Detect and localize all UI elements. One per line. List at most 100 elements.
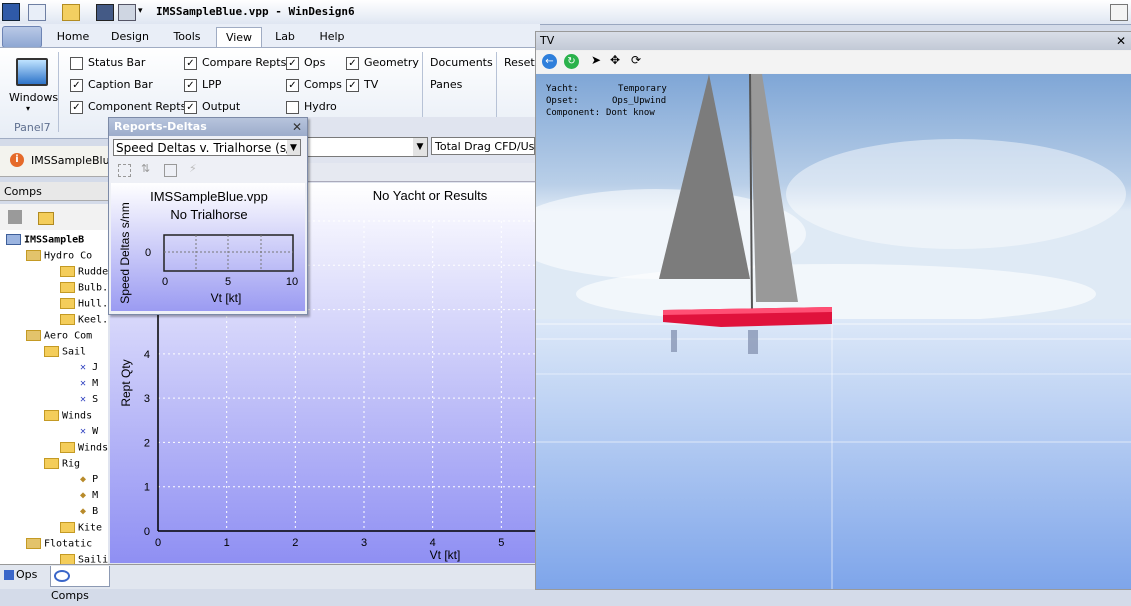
reports-deltas-dropdown[interactable]: Speed Deltas v. Trialhorse (s/nm ▼: [113, 139, 301, 156]
monitor-icon[interactable]: [16, 58, 48, 86]
comps-tree: IMSSampleB Hydro Co Rudde Bulb. Hull. Ke…: [0, 230, 110, 564]
rd-xtick-0: 0: [162, 276, 168, 288]
ops-label: Ops: [304, 56, 326, 69]
main-chart-ylabel: Rept Qty: [119, 359, 133, 406]
tree-node-rudder[interactable]: Rudde: [60, 266, 108, 278]
compare-repts-checkbox[interactable]: ✓: [184, 57, 197, 70]
new-icon[interactable]: [28, 4, 46, 21]
tree-node-kite[interactable]: Kite: [60, 522, 102, 534]
comps-checkbox[interactable]: ✓: [286, 79, 299, 92]
tab-tools[interactable]: Tools: [166, 27, 208, 47]
tree-node-hydro[interactable]: Hydro Co: [26, 250, 92, 262]
open-folder-icon[interactable]: [38, 212, 54, 225]
tree-node-hull[interactable]: Hull.: [60, 298, 108, 310]
back-icon[interactable]: ←: [542, 54, 557, 69]
hydro-label: Hydro: [304, 100, 337, 113]
output-label: Output: [202, 100, 241, 113]
sort-icon[interactable]: ⇅: [141, 162, 150, 175]
tree-node-winds[interactable]: Winds: [44, 410, 92, 422]
tab-help[interactable]: Help: [314, 27, 350, 47]
move-icon[interactable]: ✥: [610, 53, 620, 67]
chart-dropdown-2[interactable]: ▼: [306, 137, 428, 157]
reset-button[interactable]: Reset: [504, 56, 535, 69]
x-tick-label: 0: [155, 537, 161, 549]
geometry-checkbox[interactable]: ✓: [346, 57, 359, 70]
tree-node-sail[interactable]: Sail: [44, 346, 86, 358]
status-bar-checkbox[interactable]: [70, 57, 83, 70]
tab-lab[interactable]: Lab: [268, 27, 302, 47]
table-icon[interactable]: [164, 164, 177, 177]
chevron-down-icon[interactable]: ▼: [287, 140, 300, 155]
tree-node-aero[interactable]: Aero Com: [26, 330, 92, 342]
geometry-label: Geometry: [364, 56, 419, 69]
ribbon-tab-row: Home Design Tools View Lab Help: [0, 24, 540, 48]
collapse-icon[interactable]: [8, 210, 22, 224]
panes-button[interactable]: Panes: [430, 78, 462, 91]
tv-checkbox[interactable]: ✓: [346, 79, 359, 92]
chevron-down-icon[interactable]: ▼: [413, 138, 427, 156]
tree-node-boom[interactable]: ◆ B: [80, 506, 98, 517]
lpp-label: LPP: [202, 78, 222, 91]
tab-view[interactable]: View: [216, 27, 262, 48]
tab-design[interactable]: Design: [106, 27, 154, 47]
refresh-icon[interactable]: ↻: [564, 54, 579, 69]
component-value: Dont know: [606, 108, 655, 118]
app-icon[interactable]: [2, 3, 20, 21]
tree-node-winds-2[interactable]: Winds: [60, 442, 108, 454]
close-icon[interactable]: ✕: [1116, 32, 1126, 50]
tree-node-keel[interactable]: Keel.: [60, 314, 108, 326]
documents-button[interactable]: Documents: [430, 56, 493, 69]
tree-node-flotation[interactable]: Flotatic: [26, 538, 92, 550]
title-bar: ▾ IMSSampleBlue.vpp - WinDesign6: [0, 0, 1131, 25]
windows-button-label[interactable]: Windows: [9, 91, 58, 104]
reports-deltas-window: Reports-Deltas ✕ Speed Deltas v. Trialho…: [108, 117, 308, 315]
hydro-checkbox[interactable]: [286, 101, 299, 114]
reports-deltas-titlebar[interactable]: Reports-Deltas ✕: [109, 118, 307, 136]
minimize-button[interactable]: [1110, 4, 1128, 21]
toggle-icon[interactable]: [118, 164, 131, 177]
tree-node-root[interactable]: IMSSampleB: [6, 234, 84, 246]
open-folder-icon[interactable]: [62, 4, 80, 21]
y-tick-label: 1: [144, 482, 150, 494]
save-icon[interactable]: [96, 4, 114, 21]
windows-dropdown-icon[interactable]: ▾: [26, 104, 30, 113]
y-tick-label: 0: [144, 526, 150, 538]
ops-checkbox[interactable]: ✓: [286, 57, 299, 70]
tv-3d-scene[interactable]: Yacht: Temporary Opset: Ops_Upwind Compo…: [536, 74, 1131, 589]
pointer-icon[interactable]: ➤: [591, 53, 601, 67]
rd-xtick-1: 5: [225, 276, 231, 288]
app-menu-button[interactable]: [2, 26, 42, 48]
close-icon[interactable]: ✕: [292, 118, 302, 136]
tv-titlebar[interactable]: TV ✕: [536, 32, 1131, 50]
tree-node-windage[interactable]: ✕ W: [80, 426, 98, 437]
lpp-checkbox[interactable]: ✓: [184, 79, 197, 92]
comps-tab[interactable]: Comps: [50, 566, 110, 602]
tree-node-pole[interactable]: ◆ P: [80, 474, 98, 485]
main-chart-xlabel: Vt [kt]: [430, 548, 461, 562]
ops-tab[interactable]: Ops: [4, 568, 46, 586]
main-chart-title: No Yacht or Results: [373, 188, 488, 203]
tree-node-sailing[interactable]: Saili: [60, 554, 108, 564]
lightning-icon[interactable]: ⚡: [189, 162, 197, 175]
print-icon[interactable]: [118, 4, 136, 21]
rd-ylabel: Speed Deltas s/nm: [118, 202, 132, 303]
output-checkbox[interactable]: ✓: [184, 101, 197, 114]
tree-node-rig[interactable]: Rig: [44, 458, 80, 470]
tree-node-mast[interactable]: ◆ M: [80, 490, 98, 501]
window-title: IMSSampleBlue.vpp - WinDesign6: [156, 5, 355, 18]
tree-node-bulb[interactable]: Bulb.: [60, 282, 108, 294]
quick-access-menu-icon[interactable]: ▾: [138, 6, 143, 16]
panel-group-label: Panel7: [14, 121, 51, 134]
component-label: Component:: [546, 108, 601, 118]
tab-home[interactable]: Home: [52, 27, 94, 47]
tree-node-main[interactable]: ✕ M: [80, 378, 98, 389]
rotate-icon[interactable]: ⟳: [631, 53, 641, 67]
component-repts-checkbox[interactable]: ✓: [70, 101, 83, 114]
component-repts-label: Component Repts: [88, 100, 187, 113]
tree-node-spin[interactable]: ✕ S: [80, 394, 98, 405]
chart-dropdown-3[interactable]: Total Drag CFD/Us: [431, 137, 535, 155]
caption-bar-label: Caption Bar: [88, 78, 153, 91]
caption-bar-checkbox[interactable]: ✓: [70, 79, 83, 92]
rd-xtick-2: 10: [286, 276, 298, 288]
tree-node-jib[interactable]: ✕ J: [80, 362, 98, 373]
